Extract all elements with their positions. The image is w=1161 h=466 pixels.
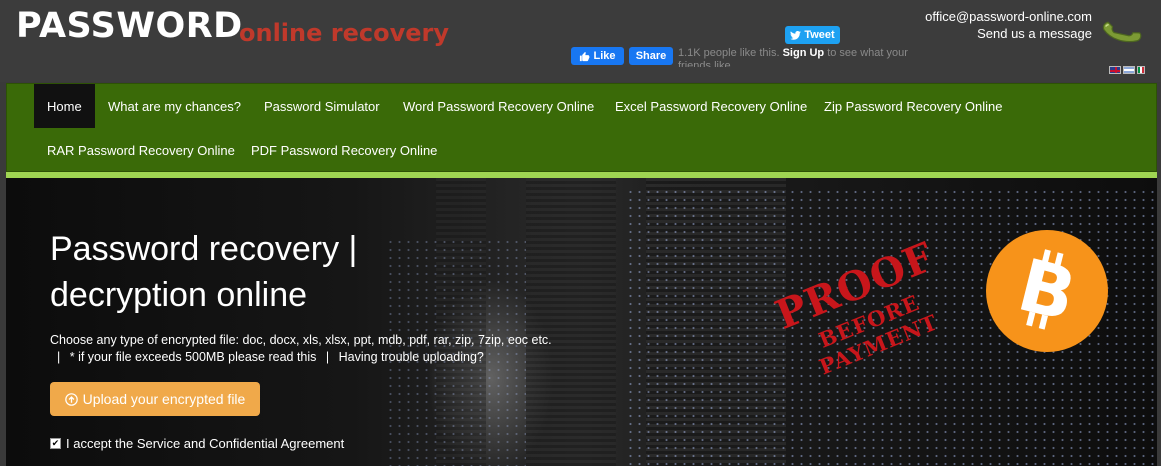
facebook-like-count: 1.1K people like this. Sign Up to see wh… xyxy=(678,47,908,67)
flag-en-icon[interactable] xyxy=(1109,66,1121,74)
fb-signup-link[interactable]: Sign Up xyxy=(783,47,825,59)
tweet-label: Tweet xyxy=(804,29,835,41)
bitcoin-icon: B xyxy=(986,230,1108,352)
upload-label: Upload your encrypted file xyxy=(82,391,246,407)
site-header: PASSWORD online recovery Tweet Like Shar… xyxy=(0,0,1161,82)
hero-section: Password recovery | decryption online Ch… xyxy=(6,178,1157,466)
nav-item-zip-recovery[interactable]: Zip Password Recovery Online xyxy=(811,84,1015,128)
nav-item-pdf-recovery[interactable]: PDF Password Recovery Online xyxy=(238,128,450,172)
server-rack-left xyxy=(526,178,616,466)
link-separator: | xyxy=(57,350,61,364)
twitter-bird-icon xyxy=(790,30,802,40)
fb-count-text: 1.1K people like this. xyxy=(678,47,783,59)
nav-item-excel-recovery[interactable]: Excel Password Recovery Online xyxy=(602,84,820,128)
nav-item-password-simulator[interactable]: Password Simulator xyxy=(251,84,393,128)
upload-arrow-icon xyxy=(64,392,78,406)
language-flags xyxy=(1109,66,1145,74)
hero-title-line1: Password recovery | xyxy=(50,230,358,268)
flag-de-icon[interactable] xyxy=(1123,66,1135,74)
accept-agreement-row: ✔ I accept the Service and Confidential … xyxy=(50,436,344,451)
file-types-description: Choose any type of encrypted file: doc, … xyxy=(50,333,552,347)
send-message-link[interactable]: Send us a message xyxy=(977,26,1092,41)
logo-subtitle[interactable]: online recovery xyxy=(239,19,449,47)
main-nav: Home What are my chances? Password Simul… xyxy=(6,83,1157,172)
contact-email[interactable]: office@password-online.com xyxy=(925,9,1092,24)
phone-icon[interactable] xyxy=(1098,9,1142,53)
large-file-link[interactable]: * if your file exceeds 500MB please read… xyxy=(70,350,317,364)
link-separator: | xyxy=(325,350,330,364)
accept-checkbox[interactable]: ✔ xyxy=(50,438,61,449)
hero-help-links: | * if your file exceeds 500MB please re… xyxy=(57,350,490,364)
upload-file-button[interactable]: Upload your encrypted file xyxy=(50,382,260,416)
flag-it-icon[interactable] xyxy=(1137,66,1145,74)
facebook-share-button[interactable]: Share xyxy=(629,47,673,65)
hero-title-line2: decryption online xyxy=(50,276,308,314)
fb-like-label: Like xyxy=(593,50,616,62)
nav-item-word-recovery[interactable]: Word Password Recovery Online xyxy=(390,84,607,128)
logo-title[interactable]: PASSWORD xyxy=(16,6,243,46)
tweet-button[interactable]: Tweet xyxy=(785,26,840,44)
trouble-uploading-link[interactable]: Having trouble uploading? xyxy=(339,350,484,364)
facebook-like-button[interactable]: Like xyxy=(571,47,624,65)
nav-item-rar-recovery[interactable]: RAR Password Recovery Online xyxy=(34,128,248,172)
thumbs-up-icon xyxy=(580,51,591,61)
nav-item-home[interactable]: Home xyxy=(34,84,95,128)
hero-title: Password recovery | decryption online xyxy=(50,226,430,318)
accept-label[interactable]: I accept the Service and Confidential Ag… xyxy=(66,436,344,451)
nav-item-chances[interactable]: What are my chances? xyxy=(95,84,254,128)
